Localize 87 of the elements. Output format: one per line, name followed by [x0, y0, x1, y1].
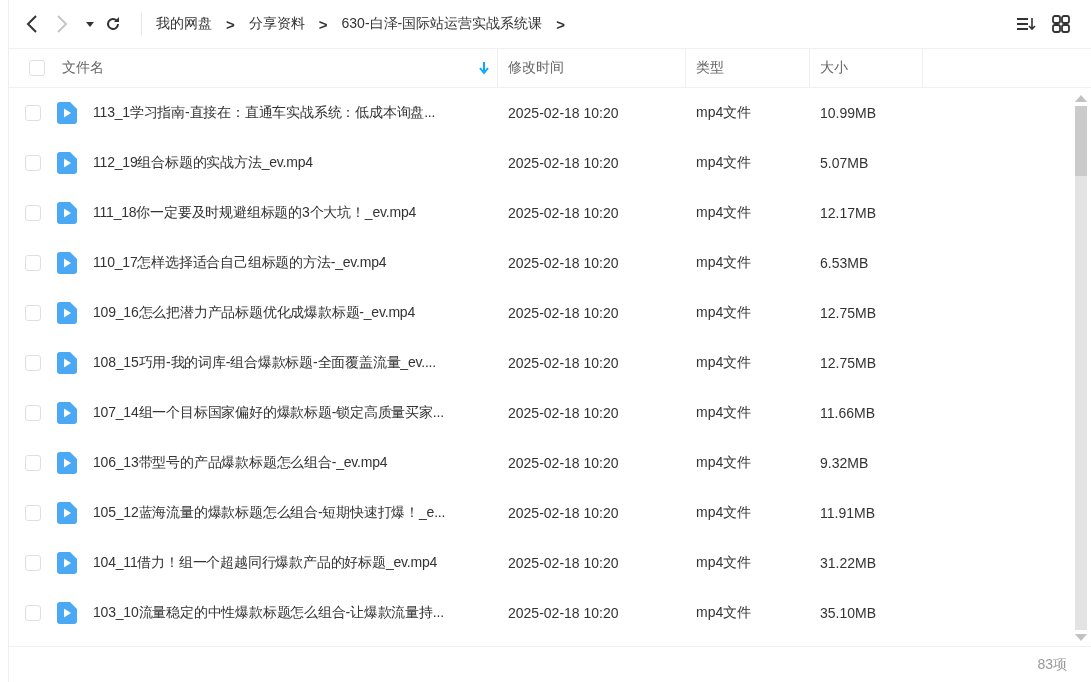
column-header[interactable]: 修改时间: [508, 59, 564, 77]
modified-time: 2025-02-18 10:20: [508, 305, 619, 321]
file-size: 11.91MB: [820, 505, 875, 521]
file-size: 12.75MB: [820, 305, 877, 321]
modified-time: 2025-02-18 10:20: [508, 505, 619, 521]
modified-time: 2025-02-18 10:20: [508, 405, 619, 421]
row-checkbox[interactable]: [25, 155, 41, 171]
item-count: 83项: [1037, 655, 1067, 674]
file-type: mp4文件: [696, 354, 752, 372]
file-type: mp4文件: [696, 604, 752, 622]
row-checkbox[interactable]: [25, 105, 41, 121]
file-size: 9.32MB: [820, 455, 869, 471]
forward-button[interactable]: [55, 14, 69, 34]
row-checkbox[interactable]: [25, 455, 41, 471]
scroll-up-arrow-icon[interactable]: [1074, 94, 1088, 102]
file-name: 113_1学习指南-直接在：直通车实战系统：低成本询盘...: [93, 104, 436, 122]
refresh-button[interactable]: [105, 16, 121, 32]
modified-time: 2025-02-18 10:20: [508, 255, 619, 271]
file-type: mp4文件: [696, 304, 752, 322]
row-checkbox[interactable]: [25, 205, 41, 221]
video-file-icon: [57, 502, 77, 524]
video-file-icon: [57, 252, 77, 274]
row-checkbox[interactable]: [25, 355, 41, 371]
breadcrumb-link[interactable]: 630-白泽-国际站运营实战系统课: [341, 15, 543, 33]
video-file-icon: [57, 152, 77, 174]
file-size: 6.53MB: [820, 255, 869, 271]
file-name: 104_11借力！组一个超越同行爆款产品的好标题_ev.mp4: [93, 554, 438, 572]
history-dropdown-button[interactable]: [85, 19, 95, 29]
file-name: 106_13带型号的产品爆款标题怎么组合-_ev.mp4: [93, 454, 388, 472]
grid-view-button[interactable]: [1051, 14, 1071, 34]
file-size: 12.75MB: [820, 355, 877, 371]
breadcrumb-separator: >: [226, 15, 235, 33]
video-file-icon: [57, 202, 77, 224]
modified-time: 2025-02-18 10:20: [508, 105, 619, 121]
row-checkbox[interactable]: [25, 305, 41, 321]
column-header[interactable]: 大小: [820, 59, 848, 77]
file-type: mp4文件: [696, 104, 752, 122]
breadcrumb-separator: >: [318, 15, 328, 33]
file-size: 12.17MB: [820, 205, 877, 221]
row-checkbox[interactable]: [25, 605, 41, 621]
back-button[interactable]: [25, 14, 39, 34]
modified-time: 2025-02-18 10:20: [508, 205, 619, 221]
select-all-checkbox[interactable]: [29, 60, 45, 76]
modified-time: 2025-02-18 10:20: [508, 155, 619, 171]
row-checkbox[interactable]: [25, 405, 41, 421]
video-file-icon: [57, 452, 77, 474]
modified-time: 2025-02-18 10:20: [508, 455, 619, 471]
column-header[interactable]: 文件名: [62, 59, 104, 77]
file-name: 103_10流量稳定的中性爆款标题怎么组合-让爆款流量持...: [93, 604, 444, 622]
file-name: 112_19组合标题的实战方法_ev.mp4: [93, 154, 313, 172]
file-name: 108_15巧用-我的词库-组合爆款标题-全面覆盖流量_ev....: [93, 354, 436, 372]
scrollbar-track[interactable]: [1075, 106, 1087, 630]
column-header[interactable]: 类型: [696, 59, 724, 77]
modified-time: 2025-02-18 10:20: [508, 355, 619, 371]
video-file-icon: [57, 102, 77, 124]
file-type: mp4文件: [696, 454, 752, 472]
file-name: 110_17怎样选择适合自己组标题的方法-_ev.mp4: [93, 254, 387, 272]
file-size: 35.10MB: [820, 605, 877, 621]
file-type: mp4文件: [696, 154, 752, 172]
file-type: mp4文件: [696, 554, 752, 572]
file-size: 10.99MB: [820, 105, 877, 121]
modified-time: 2025-02-18 10:20: [508, 555, 619, 571]
row-checkbox[interactable]: [25, 555, 41, 571]
file-type: mp4文件: [696, 204, 752, 222]
video-file-icon: [57, 302, 77, 324]
row-checkbox[interactable]: [25, 505, 41, 521]
file-name: 107_14组一个目标国家偏好的爆款标题-锁定高质量买家...: [93, 404, 444, 422]
breadcrumb-separator: >: [556, 15, 565, 33]
file-name: 111_18你一定要及时规避组标题的3个大坑！_ev.mp4: [93, 204, 417, 222]
file-name: 109_16怎么把潜力产品标题优化成爆款标题-_ev.mp4: [93, 304, 416, 322]
file-type: mp4文件: [696, 504, 752, 522]
modified-time: 2025-02-18 10:20: [508, 605, 619, 621]
file-size: 5.07MB: [820, 155, 869, 171]
scrollbar-thumb[interactable]: [1075, 106, 1087, 176]
row-checkbox[interactable]: [25, 255, 41, 271]
file-name: 105_12蓝海流量的爆款标题怎么组合-短期快速打爆！_e...: [93, 504, 446, 522]
scroll-down-arrow-icon[interactable]: [1074, 634, 1088, 642]
file-size: 31.22MB: [820, 555, 877, 571]
file-type: mp4文件: [696, 404, 752, 422]
file-size: 11.66MB: [820, 405, 875, 421]
video-file-icon: [57, 602, 77, 624]
video-file-icon: [57, 352, 77, 374]
breadcrumb-link[interactable]: 我的网盘: [156, 15, 212, 33]
breadcrumb-link[interactable]: 分享资料: [248, 15, 305, 33]
video-file-icon: [57, 402, 77, 424]
video-file-icon: [57, 552, 77, 574]
file-type: mp4文件: [696, 254, 752, 272]
